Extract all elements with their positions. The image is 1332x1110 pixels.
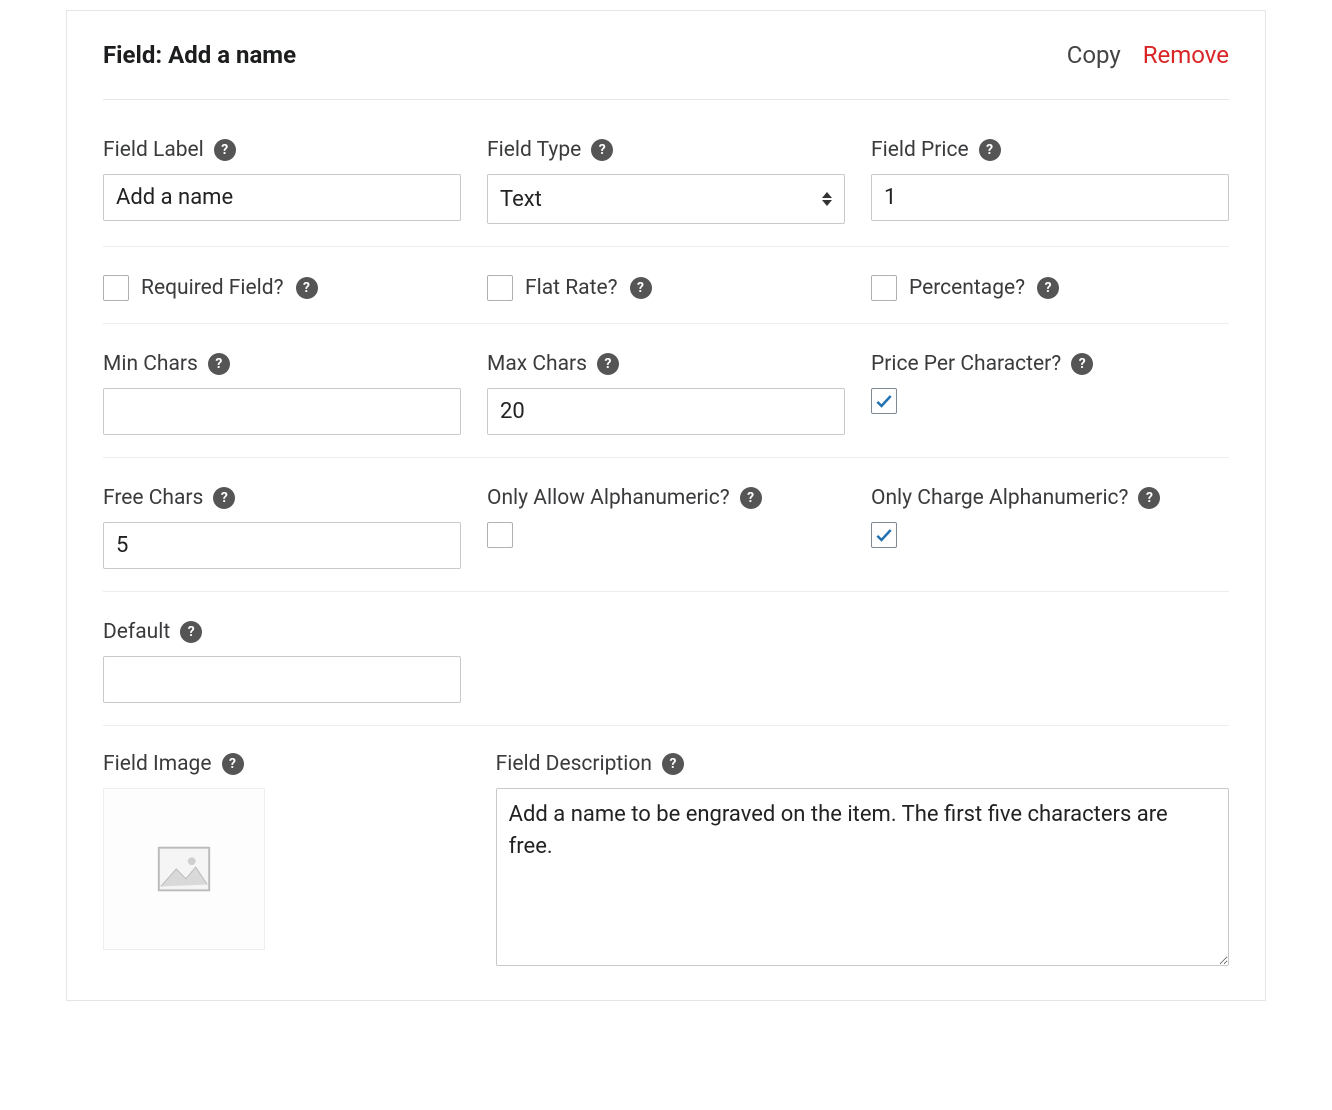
copy-button[interactable]: Copy bbox=[1067, 41, 1121, 69]
default-text: Default bbox=[103, 620, 170, 644]
field-type-heading: Field Type ? bbox=[487, 138, 845, 162]
flat-rate-cell: Flat Rate? ? bbox=[487, 275, 845, 301]
image-placeholder-icon bbox=[153, 838, 215, 900]
max-chars-cell: Max Chars ? bbox=[487, 352, 845, 435]
row-desc: Field Image ? Field Description ? bbox=[103, 744, 1229, 970]
field-price-input[interactable] bbox=[871, 174, 1229, 221]
help-icon[interactable]: ? bbox=[1071, 353, 1093, 375]
price-per-char-text: Price Per Character? bbox=[871, 352, 1061, 376]
help-icon[interactable]: ? bbox=[662, 753, 684, 775]
max-chars-heading: Max Chars ? bbox=[487, 352, 845, 376]
row-default: Default ? bbox=[103, 610, 1229, 726]
field-label-input[interactable] bbox=[103, 174, 461, 221]
min-chars-heading: Min Chars ? bbox=[103, 352, 461, 376]
only-charge-alnum-cell: Only Charge Alphanumeric? ? bbox=[871, 486, 1229, 569]
help-icon[interactable]: ? bbox=[180, 621, 202, 643]
field-description-textarea[interactable] bbox=[496, 788, 1229, 966]
free-chars-text: Free Chars bbox=[103, 486, 203, 510]
price-per-char-checkbox[interactable] bbox=[871, 388, 897, 414]
field-label-cell: Field Label ? bbox=[103, 138, 461, 224]
row-basic: Field Label ? Field Type ? Text Field Pr… bbox=[103, 128, 1229, 247]
help-icon[interactable]: ? bbox=[630, 277, 652, 299]
percentage-cell: Percentage? ? bbox=[871, 275, 1229, 301]
chevron-updown-icon bbox=[822, 192, 832, 206]
field-price-cell: Field Price ? bbox=[871, 138, 1229, 224]
field-type-select[interactable]: Text bbox=[487, 174, 845, 224]
price-per-char-cell: Price Per Character? ? bbox=[871, 352, 1229, 435]
field-description-text: Field Description bbox=[496, 752, 652, 776]
help-icon[interactable]: ? bbox=[1138, 487, 1160, 509]
field-price-text: Field Price bbox=[871, 138, 969, 162]
field-image-placeholder[interactable] bbox=[103, 788, 265, 950]
row-chars: Min Chars ? Max Chars ? Price Per Charac… bbox=[103, 342, 1229, 458]
max-chars-input[interactable] bbox=[487, 388, 845, 435]
field-type-text: Field Type bbox=[487, 138, 581, 162]
only-allow-alnum-text: Only Allow Alphanumeric? bbox=[487, 486, 730, 510]
min-chars-input[interactable] bbox=[103, 388, 461, 435]
only-allow-alnum-checkbox[interactable] bbox=[487, 522, 513, 548]
help-icon[interactable]: ? bbox=[979, 139, 1001, 161]
panel-title: Field: Add a name bbox=[103, 41, 296, 69]
row-flags: Required Field? ? Flat Rate? ? Percentag… bbox=[103, 265, 1229, 324]
help-icon[interactable]: ? bbox=[214, 139, 236, 161]
only-charge-alnum-text: Only Charge Alphanumeric? bbox=[871, 486, 1128, 510]
default-input[interactable] bbox=[103, 656, 461, 703]
percentage-label: Percentage? bbox=[909, 276, 1025, 300]
field-label-heading: Field Label ? bbox=[103, 138, 461, 162]
required-field-cell: Required Field? ? bbox=[103, 275, 461, 301]
help-icon[interactable]: ? bbox=[591, 139, 613, 161]
max-chars-text: Max Chars bbox=[487, 352, 587, 376]
field-image-cell: Field Image ? bbox=[103, 752, 470, 970]
default-cell: Default ? bbox=[103, 620, 461, 703]
field-price-heading: Field Price ? bbox=[871, 138, 1229, 162]
flat-rate-label: Flat Rate? bbox=[525, 276, 618, 300]
price-per-char-heading: Price Per Character? ? bbox=[871, 352, 1229, 376]
field-type-cell: Field Type ? Text bbox=[487, 138, 845, 224]
help-icon[interactable]: ? bbox=[740, 487, 762, 509]
field-image-heading: Field Image ? bbox=[103, 752, 470, 776]
required-field-label: Required Field? bbox=[141, 276, 284, 300]
field-description-cell: Field Description ? bbox=[496, 752, 1229, 970]
field-description-heading: Field Description ? bbox=[496, 752, 1229, 776]
panel-header: Field: Add a name Copy Remove bbox=[103, 41, 1229, 100]
default-heading: Default ? bbox=[103, 620, 461, 644]
free-chars-heading: Free Chars ? bbox=[103, 486, 461, 510]
panel-actions: Copy Remove bbox=[1067, 41, 1229, 69]
min-chars-cell: Min Chars ? bbox=[103, 352, 461, 435]
field-type-value: Text bbox=[500, 187, 542, 212]
remove-button[interactable]: Remove bbox=[1143, 41, 1229, 69]
field-label-text: Field Label bbox=[103, 138, 204, 162]
help-icon[interactable]: ? bbox=[1037, 277, 1059, 299]
help-icon[interactable]: ? bbox=[222, 753, 244, 775]
only-charge-alnum-checkbox[interactable] bbox=[871, 522, 897, 548]
help-icon[interactable]: ? bbox=[296, 277, 318, 299]
row-chars2: Free Chars ? Only Allow Alphanumeric? ? … bbox=[103, 476, 1229, 592]
field-image-text: Field Image bbox=[103, 752, 212, 776]
only-allow-alnum-cell: Only Allow Alphanumeric? ? bbox=[487, 486, 845, 569]
field-config-panel: Field: Add a name Copy Remove Field Labe… bbox=[66, 10, 1266, 1001]
help-icon[interactable]: ? bbox=[213, 487, 235, 509]
help-icon[interactable]: ? bbox=[597, 353, 619, 375]
free-chars-cell: Free Chars ? bbox=[103, 486, 461, 569]
help-icon[interactable]: ? bbox=[208, 353, 230, 375]
percentage-checkbox[interactable] bbox=[871, 275, 897, 301]
only-allow-alnum-heading: Only Allow Alphanumeric? ? bbox=[487, 486, 845, 510]
min-chars-text: Min Chars bbox=[103, 352, 198, 376]
only-charge-alnum-heading: Only Charge Alphanumeric? ? bbox=[871, 486, 1229, 510]
free-chars-input[interactable] bbox=[103, 522, 461, 569]
required-field-checkbox[interactable] bbox=[103, 275, 129, 301]
flat-rate-checkbox[interactable] bbox=[487, 275, 513, 301]
